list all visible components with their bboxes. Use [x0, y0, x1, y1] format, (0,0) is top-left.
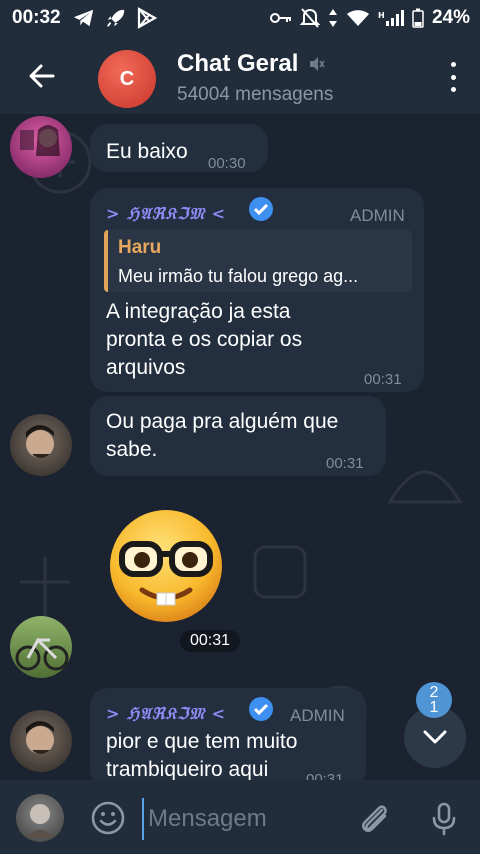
avatar-photo-icon	[26, 721, 54, 754]
muted-speaker-icon	[310, 57, 326, 71]
key-icon	[269, 13, 291, 23]
mute-notifications-icon	[299, 8, 320, 28]
user-avatar[interactable]	[10, 616, 72, 678]
group-avatar[interactable]: C	[98, 50, 156, 108]
status-bar: 00:32 H 24%	[0, 0, 480, 36]
microphone-button[interactable]	[424, 798, 464, 838]
reply-text: Meu irmão tu falou grego ag...	[118, 266, 359, 286]
smiley-icon	[91, 801, 125, 835]
reply-preview[interactable]: Haru Meu irmão tu falou grego ag...	[104, 230, 412, 292]
message-time: 00:31	[326, 455, 364, 472]
sender-name: > ℌ𝔄ℜ𝔎ℑ𝔐 <	[106, 704, 226, 723]
unread-badge[interactable]: 2 1	[416, 682, 452, 718]
message-text: A integração ja esta pronta e os copiar …	[106, 298, 302, 382]
more-options-button[interactable]	[446, 62, 460, 92]
chat-title-row[interactable]: Chat Geral	[177, 50, 326, 78]
message-line: pior e que tem muito	[106, 730, 298, 753]
admin-tag: ADMIN	[350, 206, 405, 225]
emoji-button[interactable]	[88, 798, 128, 838]
message-line: A integração ja esta	[106, 300, 291, 323]
message-input[interactable]	[142, 798, 350, 840]
battery-icon	[412, 8, 424, 28]
message-line: pronta e os copiar os	[106, 328, 303, 351]
message-text: Eu baixo	[106, 140, 188, 163]
member-count: 54004 mensagens	[177, 84, 334, 105]
message-input-bar	[0, 780, 480, 854]
avatar-photo-icon	[26, 425, 54, 458]
user-avatar[interactable]	[10, 116, 72, 178]
sender-name: > ℌ𝔄ℜ𝔎ℑ𝔐 <	[106, 204, 226, 223]
battery-percent: 24%	[431, 7, 470, 28]
user-avatar[interactable]	[10, 710, 72, 772]
data-arrows-icon	[328, 9, 337, 27]
message-time: 00:31	[364, 371, 402, 388]
rocket-icon	[106, 9, 124, 27]
send-as-avatar[interactable]	[16, 794, 64, 842]
message-bubble[interactable]: > ℌ𝔄ℜ𝔎ℑ𝔐 < ADMIN Haru Meu irmão tu falou…	[90, 188, 424, 392]
message-bubble[interactable]: > ℌ𝔄ℜ𝔎ℑ𝔐 < ADMIN pior e que tem muito tr…	[90, 688, 366, 788]
message-line: arquivos	[106, 356, 186, 379]
verified-badge-icon	[249, 197, 273, 221]
user-avatar[interactable]	[10, 414, 72, 476]
more-dot-icon	[450, 62, 456, 67]
play-store-icon	[137, 7, 157, 29]
microphone-icon	[432, 802, 456, 836]
nerd-face-sticker[interactable]	[106, 506, 226, 626]
telegram-icon	[73, 9, 93, 27]
wifi-icon	[346, 10, 369, 26]
unread-count-bottom: 1	[429, 699, 439, 716]
group-avatar-letter: C	[119, 67, 135, 90]
chevron-down-icon	[423, 730, 447, 744]
bicycle-avatar-icon	[15, 637, 69, 671]
message-line: Ou paga pra alguém que	[106, 410, 339, 433]
message-bubble[interactable]: Ou paga pra alguém que sabe. 00:31	[90, 396, 386, 476]
sticker-time: 00:31	[180, 630, 241, 652]
paperclip-icon	[362, 805, 387, 832]
signal-icon: H	[378, 10, 404, 26]
verified-badge-icon	[249, 697, 273, 721]
chat-title: Chat Geral	[177, 50, 299, 77]
more-dot-icon	[450, 87, 456, 92]
avatar-photo-icon	[20, 125, 60, 156]
reply-sender: Haru	[118, 237, 162, 258]
back-button[interactable]	[22, 56, 62, 96]
more-dot-icon	[450, 74, 456, 80]
svg-text:H: H	[378, 11, 385, 20]
attach-button[interactable]	[354, 798, 394, 838]
message-bubble[interactable]: Eu baixo 00:30	[90, 124, 268, 172]
avatar-photo-icon	[26, 804, 54, 838]
message-time: 00:30	[208, 155, 246, 172]
message-text: pior e que tem muito trambiqueiro aqui	[106, 728, 297, 784]
message-line: sabe.	[106, 438, 158, 461]
arrow-left-icon	[29, 64, 55, 88]
status-time: 00:32	[12, 7, 61, 28]
admin-tag: ADMIN	[290, 706, 345, 725]
chat-header: C Chat Geral 54004 mensagens	[0, 36, 480, 114]
unread-count-top: 2	[429, 684, 439, 701]
message-text: Ou paga pra alguém que sabe.	[106, 408, 338, 464]
